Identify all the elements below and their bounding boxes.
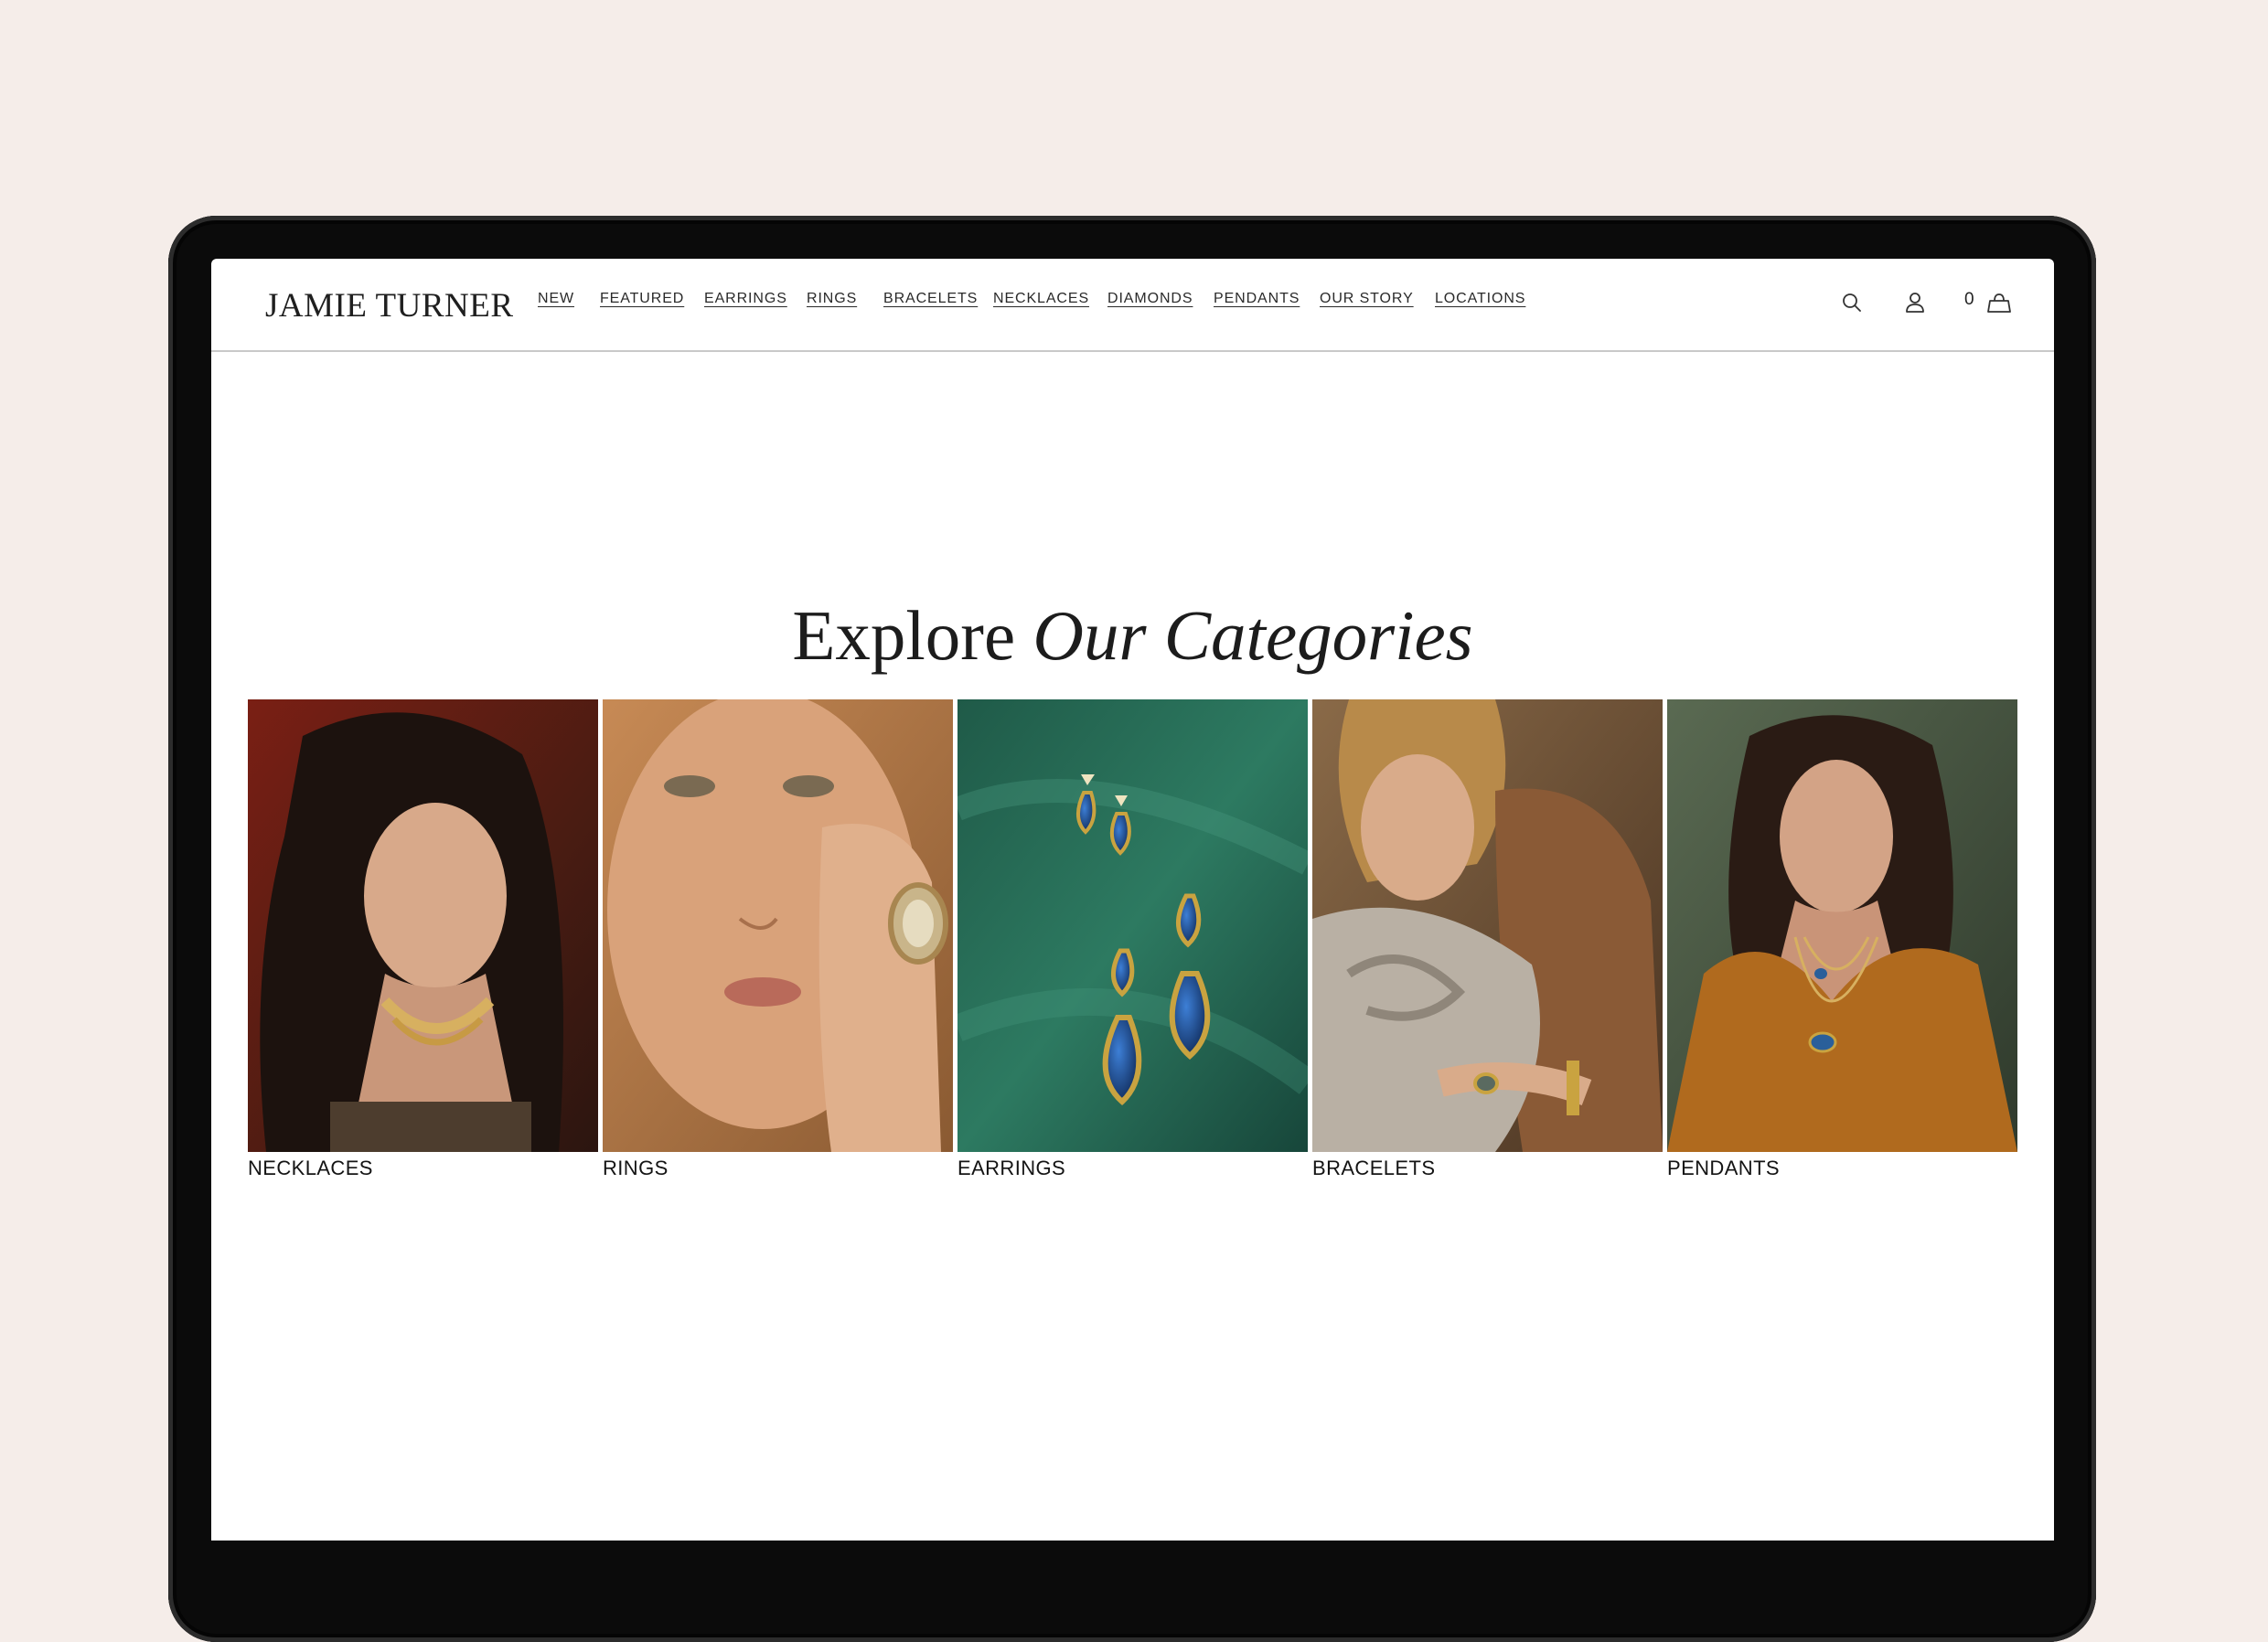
category-label-earrings[interactable]: EARRINGS <box>957 1157 1065 1180</box>
nav-bracelets[interactable]: BRACELETS <box>883 291 978 307</box>
category-tile-earrings[interactable] <box>957 699 1308 1152</box>
site-header: JAMIE TURNER NEW FEATURED EARRINGS RINGS… <box>211 259 2054 352</box>
browser-screen: JAMIE TURNER NEW FEATURED EARRINGS RINGS… <box>211 259 2054 1541</box>
category-tile-necklaces[interactable] <box>248 699 598 1152</box>
nav-necklaces[interactable]: NECKLACES <box>993 291 1089 307</box>
category-label-rings[interactable]: RINGS <box>603 1157 669 1180</box>
title-regular: Explore <box>792 596 1016 675</box>
nav-locations[interactable]: LOCATIONS <box>1435 291 1525 307</box>
section-title: Explore Our Categories <box>211 595 2054 677</box>
category-label-pendants[interactable]: PENDANTS <box>1667 1157 1780 1180</box>
earrings-photo <box>957 699 1308 1152</box>
category-label-bracelets[interactable]: BRACELETS <box>1312 1157 1435 1180</box>
nav-diamonds[interactable]: DIAMONDS <box>1107 291 1193 307</box>
category-tile-bracelets[interactable] <box>1312 699 1663 1152</box>
nav-our-story[interactable]: OUR STORY <box>1320 291 1414 307</box>
nav-featured[interactable]: FEATURED <box>600 291 684 307</box>
nav-pendants[interactable]: PENDANTS <box>1214 291 1300 307</box>
category-tile-pendants[interactable] <box>1667 699 2017 1152</box>
account-icon[interactable] <box>1902 290 1928 315</box>
nav-earrings[interactable]: EARRINGS <box>704 291 787 307</box>
title-italic: Our Categories <box>1032 596 1473 675</box>
category-label-necklaces[interactable]: NECKLACES <box>248 1157 373 1180</box>
nav-new[interactable]: NEW <box>538 291 574 307</box>
nav-rings[interactable]: RINGS <box>807 291 857 307</box>
brand-logo[interactable]: JAMIE TURNER <box>265 286 514 325</box>
cart-count[interactable]: 0 <box>1964 290 1974 310</box>
rings-photo <box>603 699 953 1152</box>
cart-bag-icon[interactable] <box>1984 290 2014 315</box>
pendants-photo <box>1667 699 2017 1152</box>
category-tile-rings[interactable] <box>603 699 953 1152</box>
necklaces-photo <box>248 699 598 1152</box>
bracelets-photo <box>1312 699 1663 1152</box>
search-icon[interactable] <box>1839 290 1865 315</box>
